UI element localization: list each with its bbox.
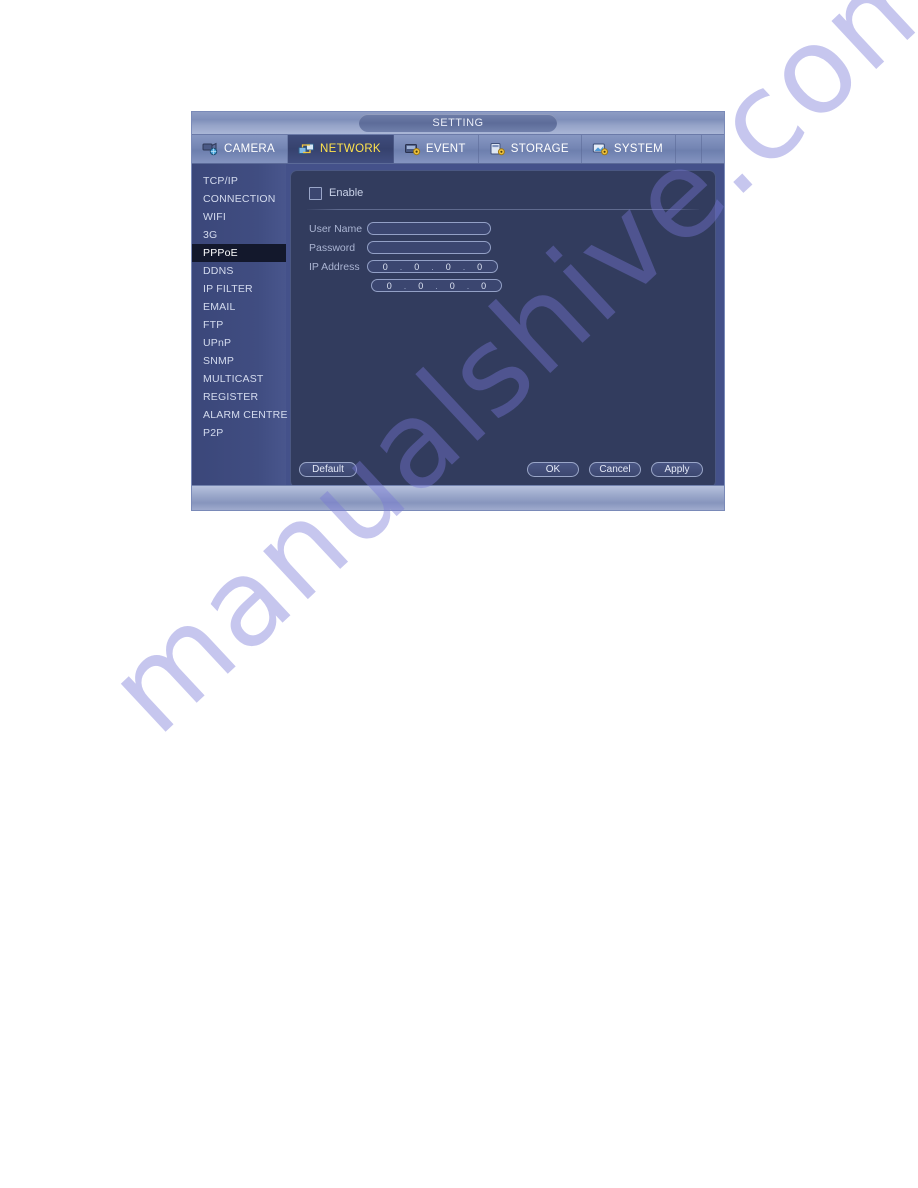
sidebar-item-ddns[interactable]: DDNS xyxy=(192,262,286,280)
sidebar-item-alarm-centre[interactable]: ALARM CENTRE xyxy=(192,406,288,424)
dialog-title: SETTING xyxy=(359,114,557,132)
enable-checkbox-row[interactable]: Enable xyxy=(309,185,701,201)
sidebar-item-connection[interactable]: CONNECTION xyxy=(192,190,286,208)
tabbar-filler xyxy=(676,135,702,163)
sidebar-item-register[interactable]: REGISTER xyxy=(192,388,286,406)
ip-octet[interactable]: 0 xyxy=(440,262,456,272)
apply-button[interactable]: Apply xyxy=(651,462,703,477)
event-icon xyxy=(404,142,421,156)
ip-octet[interactable]: 0 xyxy=(444,281,460,291)
sidebar-item-label: FTP xyxy=(203,319,224,331)
main-tabbar: CAMERA NETWORK EVENT STORAGE SYSTEM xyxy=(192,135,724,164)
password-input[interactable] xyxy=(367,241,491,254)
dialog-footer: Default OK Cancel Apply xyxy=(291,461,715,478)
storage-icon xyxy=(489,142,506,156)
tab-storage[interactable]: STORAGE xyxy=(479,135,582,163)
tab-system-label: SYSTEM xyxy=(613,143,663,155)
enable-checkbox[interactable] xyxy=(309,186,322,200)
pppoe-content-panel: Enable User Name Password IP Address 0 .… xyxy=(290,170,716,488)
sidebar-item-ftp[interactable]: FTP xyxy=(192,316,286,334)
sidebar-item-label: WIFI xyxy=(203,211,226,223)
sidebar-item-label: UPnP xyxy=(203,337,232,349)
sidebar-item-label: PPPoE xyxy=(203,247,238,259)
tab-network-label: NETWORK xyxy=(320,143,381,155)
ip-octet[interactable]: 0 xyxy=(476,281,492,291)
sidebar-item-label: REGISTER xyxy=(203,391,259,403)
sidebar-item-label: 3G xyxy=(203,229,218,241)
username-label: User Name xyxy=(309,222,363,235)
ip-address-input-2[interactable]: 0 . 0 . 0 . 0 xyxy=(371,279,502,292)
sidebar-item-tcpip[interactable]: TCP/IP xyxy=(192,172,286,190)
setting-dialog: SETTING CAMERA NETWORK EVENT STORAGE SYS… xyxy=(191,111,725,511)
sidebar-item-label: P2P xyxy=(203,427,224,439)
sidebar-item-ip-filter[interactable]: IP FILTER xyxy=(192,280,286,298)
network-sidebar: TCP/IP CONNECTION WIFI 3G PPPoE DDNS IP … xyxy=(192,164,288,496)
sidebar-item-label: CONNECTION xyxy=(203,193,276,205)
ip-address-row-1: IP Address 0 . 0 . 0 . 0 xyxy=(305,257,701,276)
dialog-titlebar: SETTING xyxy=(192,112,724,135)
sidebar-item-label: IP FILTER xyxy=(203,283,253,295)
page-root: SETTING CAMERA NETWORK EVENT STORAGE SYS… xyxy=(0,0,918,1188)
sidebar-item-pppoe[interactable]: PPPoE xyxy=(192,244,286,262)
sidebar-item-label: EMAIL xyxy=(203,301,236,313)
ip-octet[interactable]: 0 xyxy=(381,281,397,291)
sidebar-item-3g[interactable]: 3G xyxy=(192,226,286,244)
ip-address-row-2: 0 . 0 . 0 . 0 xyxy=(371,276,701,295)
ip-address-label: IP Address xyxy=(309,260,360,273)
sidebar-item-upnp[interactable]: UPnP xyxy=(192,334,286,352)
pppoe-form: Enable User Name Password IP Address 0 .… xyxy=(291,171,715,295)
password-label: Password xyxy=(309,241,356,254)
dialog-bottom-strip xyxy=(192,485,724,510)
default-button[interactable]: Default xyxy=(299,462,357,477)
network-icon xyxy=(298,142,315,156)
camera-icon xyxy=(202,142,219,156)
tab-event[interactable]: EVENT xyxy=(394,135,479,163)
tab-event-label: EVENT xyxy=(425,143,466,155)
ip-separator: . xyxy=(462,261,466,272)
ip-address-input-1[interactable]: 0 . 0 . 0 . 0 xyxy=(367,260,498,273)
system-icon xyxy=(592,142,609,156)
ip-octet[interactable]: 0 xyxy=(413,281,429,291)
ip-separator: . xyxy=(399,261,403,272)
dialog-body: TCP/IP CONNECTION WIFI 3G PPPoE DDNS IP … xyxy=(192,164,724,496)
tab-network[interactable]: NETWORK xyxy=(288,135,394,163)
sidebar-item-label: ALARM CENTRE xyxy=(203,409,288,421)
username-input[interactable] xyxy=(367,222,491,235)
ip-separator: . xyxy=(435,280,438,291)
sidebar-item-wifi[interactable]: WIFI xyxy=(192,208,286,226)
ip-separator: . xyxy=(466,280,470,291)
sidebar-item-label: DDNS xyxy=(203,265,234,277)
tab-storage-label: STORAGE xyxy=(510,143,569,155)
ip-separator: . xyxy=(431,261,434,272)
sidebar-item-email[interactable]: EMAIL xyxy=(192,298,286,316)
enable-label: Enable xyxy=(329,187,364,199)
username-row: User Name xyxy=(305,219,701,238)
sidebar-item-p2p[interactable]: P2P xyxy=(192,424,286,442)
sidebar-item-label: SNMP xyxy=(203,355,235,367)
cancel-button[interactable]: Cancel xyxy=(589,462,641,477)
sidebar-item-multicast[interactable]: MULTICAST xyxy=(192,370,286,388)
form-divider xyxy=(307,209,699,210)
ip-octet[interactable]: 0 xyxy=(409,262,425,272)
ok-button[interactable]: OK xyxy=(527,462,579,477)
tabbar-endcap xyxy=(702,135,724,163)
sidebar-item-label: MULTICAST xyxy=(203,373,264,385)
tab-camera-label: CAMERA xyxy=(224,143,276,155)
tab-camera[interactable]: CAMERA xyxy=(192,135,289,163)
password-row: Password xyxy=(305,238,701,257)
tab-system[interactable]: SYSTEM xyxy=(582,135,676,163)
ip-octet[interactable]: 0 xyxy=(377,262,393,272)
ip-octet[interactable]: 0 xyxy=(472,262,488,272)
ip-separator: . xyxy=(403,280,407,291)
sidebar-item-label: TCP/IP xyxy=(203,175,239,187)
sidebar-item-snmp[interactable]: SNMP xyxy=(192,352,286,370)
